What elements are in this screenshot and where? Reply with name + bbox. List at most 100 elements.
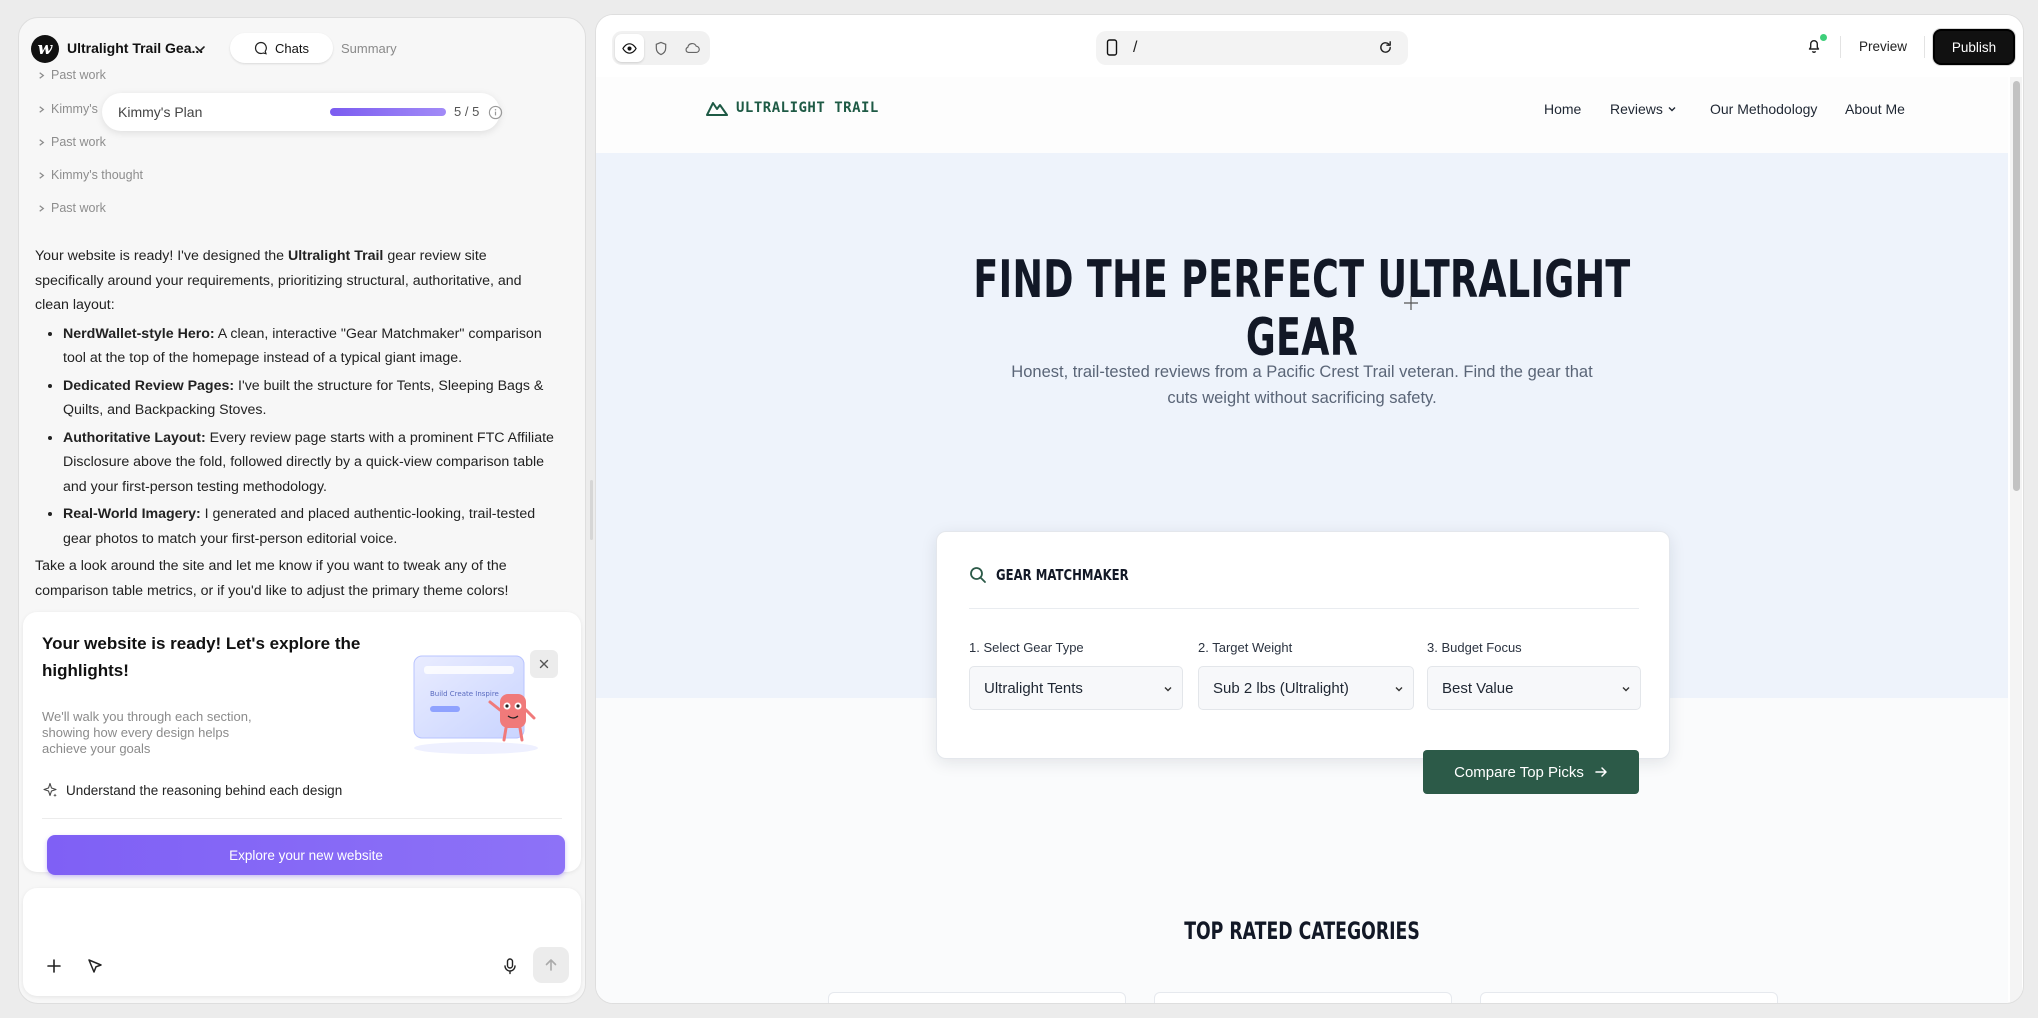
thread-item-label: Kimmy's — [51, 102, 98, 116]
hero-section: FIND THE PERFECT ULTRALIGHT GEAR Honest,… — [596, 153, 2008, 794]
scrollbar[interactable] — [2010, 77, 2022, 1003]
compare-button-label: Compare Top Picks — [1454, 763, 1584, 781]
gear-type-select[interactable]: Ultralight Tents — [969, 666, 1183, 710]
tour-feature: Understand the reasoning behind each des… — [42, 782, 342, 798]
budget-focus-value: Best Value — [1442, 679, 1514, 697]
plan-title: Kimmy's Plan — [118, 104, 203, 120]
budget-focus-select[interactable]: Best Value — [1427, 666, 1641, 710]
view-mode-cloud[interactable] — [678, 34, 707, 62]
close-button[interactable] — [530, 650, 558, 678]
nav-home[interactable]: Home — [1544, 101, 1581, 117]
chevron-down-icon — [1668, 107, 1676, 112]
plan-progress-pill[interactable]: Kimmy's Plan 5 / 5 — [102, 93, 503, 131]
nav-about[interactable]: About Me — [1845, 101, 1905, 117]
divider — [1924, 36, 1925, 58]
tour-title: Your website is ready! Let's explore the… — [42, 634, 361, 680]
target-weight-label: 2. Target Weight — [1198, 640, 1293, 655]
list-item: NerdWallet-style Hero: A clean, interact… — [63, 322, 555, 371]
thread-item-kimmy-thought[interactable]: Kimmy's thought — [37, 168, 143, 182]
cloud-icon — [685, 43, 701, 54]
divider — [42, 818, 562, 819]
chat-panel: w Ultralight Trail Gea... Chats Summary … — [18, 17, 586, 1004]
send-button[interactable] — [533, 947, 569, 983]
tour-illustration: Build Create Inspire — [404, 648, 549, 756]
eye-icon — [622, 42, 637, 54]
chat-bubble-icon — [254, 41, 268, 55]
view-mode-group — [612, 31, 710, 65]
site-preview: ULTRALIGHT TRAIL Home Reviews Our Method… — [596, 77, 2008, 1003]
chevron-right-icon — [39, 171, 45, 179]
message-composer[interactable] — [23, 888, 581, 996]
tab-summary[interactable]: Summary — [341, 41, 397, 56]
thread-item-past-work-1[interactable]: Past work — [37, 68, 106, 82]
notifications-button[interactable] — [1806, 37, 1822, 54]
cursor-icon — [88, 959, 102, 973]
thread-item-past-work-3[interactable]: Past work — [37, 201, 106, 215]
app-logo[interactable]: w — [31, 35, 59, 63]
mountain-logo-icon — [706, 102, 728, 116]
chevron-down-icon[interactable] — [194, 43, 206, 55]
plus-icon — [47, 959, 61, 973]
hero-title: FIND THE PERFECT ULTRALIGHT GEAR — [973, 250, 1631, 368]
url-path: / — [1133, 39, 1138, 56]
microphone-button[interactable] — [501, 957, 519, 975]
reload-icon — [1380, 41, 1391, 53]
chevron-right-icon — [39, 71, 45, 79]
scrollbar-thumb[interactable] — [2013, 81, 2020, 491]
chevron-down-icon — [1164, 687, 1172, 692]
category-card[interactable] — [1154, 992, 1452, 1003]
site-brand[interactable]: ULTRALIGHT TRAIL — [706, 99, 879, 117]
panel-resize-handle[interactable] — [590, 480, 593, 540]
message-bullets: NerdWallet-style Hero: A clean, interact… — [35, 322, 555, 552]
list-item: Dedicated Review Pages: I've built the s… — [63, 374, 555, 423]
explore-website-button[interactable]: Explore your new website — [47, 835, 565, 875]
target-weight-select[interactable]: Sub 2 lbs (Ultralight) — [1198, 666, 1414, 710]
category-card[interactable] — [828, 992, 1126, 1003]
thread-item-kimmy[interactable]: Kimmy's — [37, 102, 98, 116]
nav-reviews[interactable]: Reviews — [1610, 101, 1677, 117]
add-attachment-button[interactable] — [45, 957, 63, 975]
gear-type-label: 1. Select Gear Type — [969, 640, 1084, 655]
arrow-up-icon — [545, 959, 557, 971]
svg-text:Build Create Inspire: Build Create Inspire — [430, 690, 499, 698]
tour-card: Your website is ready! Let's explore the… — [23, 612, 581, 875]
budget-focus-label: 3. Budget Focus — [1427, 640, 1522, 655]
site-nav: ULTRALIGHT TRAIL Home Reviews Our Method… — [596, 77, 2008, 153]
chevron-right-icon — [39, 204, 45, 212]
divider — [1840, 36, 1841, 58]
gear-type-value: Ultralight Tents — [984, 679, 1083, 697]
select-element-button[interactable] — [86, 957, 104, 975]
category-card[interactable] — [1480, 992, 1778, 1003]
reload-button[interactable] — [1378, 40, 1393, 55]
url-bar[interactable]: / — [1096, 31, 1408, 65]
thread-item-label: Past work — [51, 68, 106, 82]
preview-button[interactable]: Preview — [1859, 39, 1907, 54]
plan-progress-fill — [330, 108, 446, 116]
sparkle-icon — [43, 782, 57, 798]
message-outro: Take a look around the site and let me k… — [35, 558, 509, 599]
publish-button[interactable]: Publish — [1933, 29, 2015, 65]
thread-item-label: Past work — [51, 201, 106, 215]
preview-panel: / Preview Publish ULTRALIGHT TRAIL Home … — [595, 14, 2024, 1004]
crosshair-cursor-icon — [1403, 295, 1419, 311]
chevron-right-icon — [39, 105, 45, 113]
tour-description: We'll walk you through each section, sho… — [42, 709, 252, 756]
list-item: Authoritative Layout: Every review page … — [63, 426, 555, 500]
mobile-device-icon[interactable] — [1106, 39, 1118, 56]
search-icon — [970, 567, 986, 583]
nav-reviews-label: Reviews — [1610, 101, 1663, 117]
notification-dot — [1820, 34, 1827, 41]
chevron-right-icon — [39, 138, 45, 146]
project-name[interactable]: Ultralight Trail Gea... — [67, 40, 203, 56]
view-mode-security[interactable] — [646, 34, 675, 62]
nav-methodology[interactable]: Our Methodology — [1710, 101, 1817, 117]
compare-top-picks-button[interactable]: Compare Top Picks — [1423, 750, 1639, 794]
bell-icon — [1808, 40, 1820, 53]
view-mode-preview[interactable] — [615, 34, 645, 62]
section-title: TOP RATED CATEGORIES — [1184, 917, 1420, 945]
brand-name: ULTRALIGHT TRAIL — [736, 100, 879, 116]
hero-subtitle: Honest, trail-tested reviews from a Paci… — [1011, 363, 1593, 407]
tab-chats[interactable]: Chats — [230, 33, 333, 63]
info-icon[interactable] — [488, 105, 503, 120]
thread-item-past-work-2[interactable]: Past work — [37, 135, 106, 149]
